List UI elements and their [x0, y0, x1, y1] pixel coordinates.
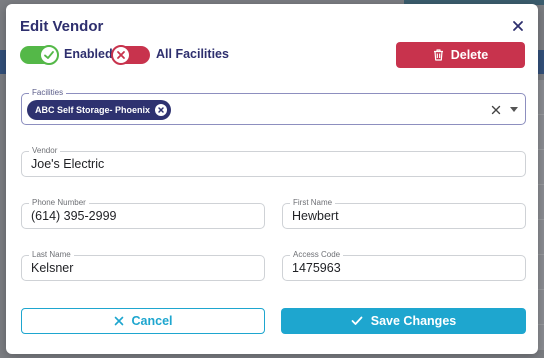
last-name-field[interactable]: Last Name Kelsner [21, 250, 265, 281]
chevron-down-icon[interactable] [510, 107, 518, 112]
vendor-field[interactable]: Vendor Joe's Electric [21, 146, 526, 177]
dialog-title: Edit Vendor [20, 18, 104, 35]
access-code-value: 1475963 [292, 261, 341, 275]
save-changes-button[interactable]: Save Changes [281, 308, 526, 334]
phone-number-value: (614) 395-2999 [31, 209, 117, 223]
backdrop-right-strip [538, 50, 544, 74]
phone-number-field[interactable]: Phone Number (614) 395-2999 [21, 198, 265, 229]
enabled-label: Enabled [64, 47, 113, 61]
remove-chip-icon [158, 107, 164, 113]
delete-button[interactable]: Delete [396, 42, 525, 68]
cancel-button[interactable]: Cancel [21, 308, 265, 334]
delete-label: Delete [450, 48, 489, 62]
toggle-knob [39, 45, 59, 65]
first-name-value: Hewbert [292, 209, 339, 223]
trash-icon [433, 49, 443, 61]
facility-chip: ABC Self Storage- Phoenix [27, 100, 172, 120]
all-facilities-toggle[interactable] [111, 45, 150, 65]
x-icon [117, 51, 125, 59]
cancel-label: Cancel [131, 314, 173, 328]
check-icon [44, 51, 54, 59]
facility-chip-label: ABC Self Storage- Phoenix [35, 105, 151, 115]
close-icon [513, 21, 523, 31]
facilities-label: Facilities [29, 88, 67, 97]
clear-icon[interactable] [491, 105, 501, 115]
save-changes-label: Save Changes [370, 314, 457, 328]
access-code-label: Access Code [290, 250, 344, 259]
vendor-label: Vendor [29, 146, 61, 155]
last-name-label: Last Name [29, 250, 74, 259]
first-name-label: First Name [290, 198, 336, 207]
close-button[interactable] [510, 18, 526, 34]
backdrop-table-rows [538, 80, 544, 350]
all-facilities-label: All Facilities [156, 47, 229, 61]
x-icon [114, 316, 123, 326]
toggle-knob [111, 45, 131, 65]
enabled-toggle[interactable] [20, 45, 59, 65]
first-name-field[interactable]: First Name Hewbert [282, 198, 526, 229]
edit-vendor-dialog: Edit Vendor Enabled All Facilities Delet… [6, 4, 538, 354]
check-icon [351, 316, 363, 325]
facilities-select[interactable]: Facilities ABC Self Storage- Phoenix [21, 88, 526, 125]
access-code-field[interactable]: Access Code 1475963 [282, 250, 526, 281]
chip-remove-button[interactable] [155, 104, 168, 116]
last-name-value: Kelsner [31, 261, 74, 275]
phone-number-label: Phone Number [29, 198, 89, 207]
vendor-value: Joe's Electric [31, 157, 105, 171]
